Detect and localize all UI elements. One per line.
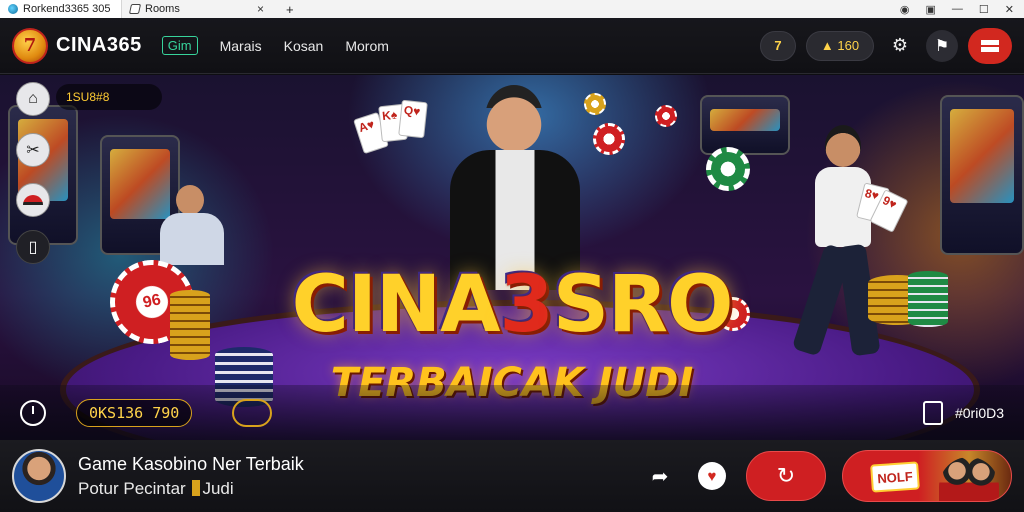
header-actions: 7 ▲ 160 ⚙ ⚑ [760, 27, 1012, 64]
hat-icon[interactable] [16, 183, 50, 217]
slot-machine-image [8, 105, 78, 245]
close-window-icon[interactable]: ✕ [1005, 3, 1014, 16]
logo-icon[interactable]: 7 [12, 27, 48, 64]
flag-icon [981, 39, 999, 52]
tools-icon[interactable]: ✂ [16, 133, 50, 167]
top-navigation: 7 CINA365 Gim Marais Kosan Morom 7 ▲ 160… [0, 18, 1024, 74]
footer-bar: Game Kasobino Ner Terbaik Potur Pecintar… [0, 440, 1024, 512]
tab-second[interactable]: Rooms × [122, 0, 272, 18]
hero-controls-bar: 0KS136 790 #0ri0D3 [0, 385, 1024, 440]
nav-link-kosan[interactable]: Kosan [284, 38, 324, 54]
hero-title: CINA3SRO [0, 260, 1024, 350]
countdown-timer: 0KS136 790 [76, 398, 193, 427]
dealer-figure-image [430, 80, 600, 290]
bonus-icon: 7 [774, 38, 782, 53]
balance-value: ▲ 160 [820, 38, 860, 53]
footer-actions: ➦ ♥ ↻ NOLF [642, 450, 1012, 502]
new-tab-button[interactable]: + [286, 2, 294, 17]
brand-name[interactable]: CINA365 [56, 34, 142, 57]
extensions-icon[interactable]: ▣ [926, 3, 936, 16]
footer-subline-b: Judi [202, 478, 234, 498]
promo-people-image [939, 457, 999, 501]
slot-machine-image [940, 95, 1024, 255]
hero-title-part-mid: 3 [499, 260, 554, 350]
red-chip-image [593, 123, 625, 155]
hero-banner: A♥ K♠ Q♥ 8♥ 9♥ 96 CINA3SRO TERBAICAK JUD… [0, 75, 1024, 440]
favorite-button[interactable]: ♥ [694, 458, 730, 494]
balance-pill[interactable]: ▲ 160 [806, 30, 874, 61]
red-chip-image [655, 105, 677, 127]
promo-banner-button[interactable]: NOLF [842, 450, 1012, 502]
bell-icon: ⚑ [934, 37, 950, 55]
heart-icon: ♥ [698, 462, 726, 490]
promo-label: NOLF [870, 461, 920, 493]
player-figure-image [160, 185, 230, 265]
tablet-icon[interactable] [922, 400, 943, 425]
toggle-button[interactable] [232, 398, 273, 427]
language-flag-button[interactable] [968, 27, 1012, 64]
refresh-icon: ↻ [776, 463, 796, 488]
footer-text-block: Game Kasobino Ner Terbaik Potur Pecintar… [78, 454, 304, 499]
nav-link-marais[interactable]: Marais [220, 38, 262, 54]
room-code: #0ri0D3 [954, 404, 1004, 421]
playing-card-image: Q♥ [398, 99, 428, 139]
phone-icon[interactable]: ▯ [16, 230, 50, 264]
browser-titlebar: Rorkend3365 305 Rooms × + ◉ ▣ — ☐ ✕ [0, 0, 1024, 18]
close-icon[interactable]: × [257, 2, 264, 16]
nav-link-gim[interactable]: Gim [161, 36, 198, 55]
tab-title: Rooms [145, 3, 180, 15]
page-icon [128, 4, 142, 14]
tab-active[interactable]: Rorkend3365 305 [0, 0, 122, 18]
tab-title: Rorkend3365 305 [23, 3, 111, 15]
play-button[interactable]: ↻ [746, 451, 826, 501]
footer-subline: Potur Pecintar Judi [78, 479, 304, 499]
settings-gear-icon[interactable]: ⚙ [884, 30, 916, 62]
bonus-button[interactable]: 7 [760, 30, 796, 61]
globe-icon [8, 4, 18, 14]
clock-icon[interactable] [20, 399, 46, 426]
gold-chip-image [584, 93, 606, 115]
maximize-icon[interactable]: ☐ [979, 3, 989, 16]
hero-title-part-b: SRO [552, 260, 734, 350]
slot-machine-image [700, 95, 790, 155]
chip-icon [192, 479, 201, 496]
profile-icon[interactable]: ◉ [900, 3, 910, 16]
nav-link-morom[interactable]: Morom [345, 38, 389, 54]
footer-headline: Game Kasobino Ner Terbaik [78, 453, 304, 474]
notification-button[interactable]: ⚑ [926, 29, 958, 62]
window-controls: ◉ ▣ — ☐ ✕ [900, 3, 1024, 16]
minimize-icon[interactable]: — [952, 3, 963, 15]
side-badge[interactable]: 1SU8#8 [56, 84, 162, 110]
avatar[interactable] [12, 449, 66, 503]
app-root: Rorkend3365 305 Rooms × + ◉ ▣ — ☐ ✕ 7 CI… [0, 0, 1024, 512]
share-icon[interactable]: ➦ [642, 458, 678, 494]
hero-title-part-a: CINA [291, 260, 501, 350]
home-icon[interactable]: ⌂ [16, 82, 50, 116]
footer-subline-a: Potur Pecintar [78, 478, 186, 498]
green-chip-image [706, 147, 750, 191]
